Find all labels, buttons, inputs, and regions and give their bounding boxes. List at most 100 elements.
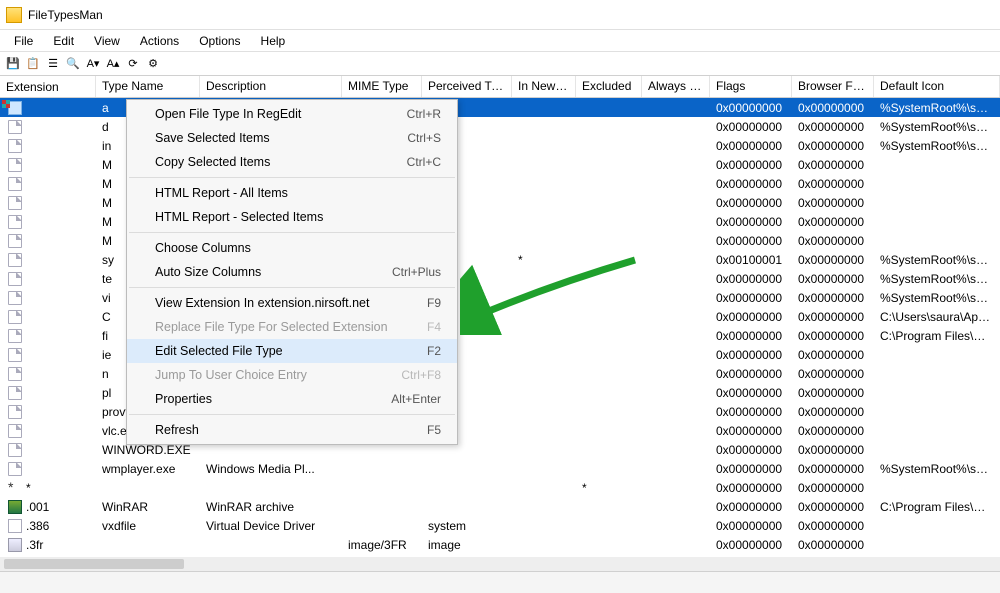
cell-flags: 0x00000000 (710, 424, 792, 438)
menu-help[interactable]: Help (251, 31, 296, 51)
cell-defaulticon: %SystemRoot%\system32\ (874, 291, 1000, 305)
row-icon (8, 177, 22, 191)
col-excluded[interactable]: Excluded (576, 76, 642, 97)
sort-asc-icon[interactable]: A▾ (84, 55, 102, 73)
row-icon (8, 519, 22, 533)
cell-flags: 0x00000000 (710, 519, 792, 533)
cell-browserflags: 0x00000000 (792, 310, 874, 324)
cell-ext: * (26, 481, 31, 495)
menu-separator (129, 177, 455, 178)
menu-item[interactable]: Auto Size ColumnsCtrl+Plus (127, 260, 457, 284)
menu-item-label: Jump To User Choice Entry (155, 368, 307, 382)
cell-browserflags: 0x00000000 (792, 158, 874, 172)
column-headers[interactable]: Extension Type Name Description MIME Typ… (0, 76, 1000, 98)
table-row[interactable]: .386vxdfileVirtual Device Driversystem0x… (0, 516, 1000, 535)
cell-flags: 0x00000000 (710, 291, 792, 305)
col-innewmenu[interactable]: In New M... (512, 76, 576, 97)
context-menu[interactable]: Open File Type In RegEditCtrl+RSave Sele… (126, 99, 458, 445)
cell-defaulticon: C:\Program Files\WinRAR\ (874, 500, 1000, 514)
cell-description: WinRAR archive (200, 500, 342, 514)
row-icon (8, 215, 22, 229)
props-icon[interactable]: ☰ (44, 55, 62, 73)
cell-typename: wmplayer.exe (96, 462, 200, 476)
menu-item-label: Properties (155, 392, 212, 406)
cell-browserflags: 0x00000000 (792, 253, 874, 267)
cell-flags: 0x00000000 (710, 177, 792, 191)
menu-item: Jump To User Choice EntryCtrl+F8 (127, 363, 457, 387)
table-row[interactable]: .001WinRARWinRAR archive0x000000000x0000… (0, 497, 1000, 516)
menu-item[interactable]: PropertiesAlt+Enter (127, 387, 457, 411)
col-flags[interactable]: Flags (710, 76, 792, 97)
cell-flags: 0x00000000 (710, 101, 792, 115)
cell-flags: 0x00000000 (710, 538, 792, 552)
menu-file[interactable]: File (4, 31, 43, 51)
sort-desc-icon[interactable]: A▴ (104, 55, 122, 73)
row-icon (8, 405, 22, 419)
menu-item[interactable]: Open File Type In RegEditCtrl+R (127, 102, 457, 126)
cell-browserflags: 0x00000000 (792, 367, 874, 381)
menu-item-label: Edit Selected File Type (155, 344, 283, 358)
menu-item-label: Open File Type In RegEdit (155, 107, 301, 121)
col-defaulticon[interactable]: Default Icon (874, 76, 1000, 97)
col-extension[interactable]: Extension (0, 76, 96, 97)
menu-item-label: Copy Selected Items (155, 155, 270, 169)
menu-view[interactable]: View (84, 31, 130, 51)
refresh-icon[interactable]: ⟳ (124, 55, 142, 73)
table-row[interactable]: wmplayer.exeWindows Media Pl...0x0000000… (0, 459, 1000, 478)
find-icon[interactable]: 🔍 (64, 55, 82, 73)
col-perceived[interactable]: Perceived Type (422, 76, 512, 97)
horizontal-scrollbar[interactable] (0, 557, 1000, 571)
table-row[interactable]: **0x000000000x00000000 (0, 478, 1000, 497)
menu-item[interactable]: Edit Selected File TypeF2 (127, 339, 457, 363)
menu-item[interactable]: HTML Report - Selected Items (127, 205, 457, 229)
menu-item[interactable]: Choose Columns (127, 236, 457, 260)
cell-browserflags: 0x00000000 (792, 101, 874, 115)
statusbar (0, 571, 1000, 593)
menu-edit[interactable]: Edit (43, 31, 84, 51)
cell-defaulticon: %SystemRoot%\system32\ (874, 253, 1000, 267)
cell-perceived: image (422, 538, 512, 552)
table-row[interactable]: .3frimage/3FRimage0x000000000x00000000 (0, 535, 1000, 554)
row-icon (8, 386, 22, 400)
menu-item[interactable]: RefreshF5 (127, 418, 457, 442)
settings-icon[interactable]: ⚙ (144, 55, 162, 73)
row-icon (8, 348, 22, 362)
menu-item[interactable]: Save Selected ItemsCtrl+S (127, 126, 457, 150)
save-icon[interactable]: 💾 (4, 55, 22, 73)
col-typename[interactable]: Type Name (96, 76, 200, 97)
cell-flags: 0x00000000 (710, 367, 792, 381)
row-icon (8, 291, 22, 305)
row-icon (8, 272, 22, 286)
scroll-thumb[interactable] (4, 559, 184, 569)
col-mimetype[interactable]: MIME Type (342, 76, 422, 97)
col-description[interactable]: Description (200, 76, 342, 97)
menu-item[interactable]: HTML Report - All Items (127, 181, 457, 205)
menu-separator (129, 232, 455, 233)
cell-flags: 0x00000000 (710, 386, 792, 400)
row-icon (8, 196, 22, 210)
row-icon (8, 462, 22, 476)
cell-browserflags: 0x00000000 (792, 272, 874, 286)
col-alwaysshow[interactable]: Always Sh... (642, 76, 710, 97)
menu-actions[interactable]: Actions (130, 31, 189, 51)
cell-mimetype: image/3FR (342, 538, 422, 552)
row-icon (8, 367, 22, 381)
menubar[interactable]: File Edit View Actions Options Help (0, 30, 1000, 52)
menu-item-label: Save Selected Items (155, 131, 270, 145)
menu-item-shortcut: F4 (427, 320, 441, 334)
cell-flags: 0x00100001 (710, 253, 792, 267)
cell-flags: 0x00000000 (710, 329, 792, 343)
menu-item[interactable]: Copy Selected ItemsCtrl+C (127, 150, 457, 174)
cell-flags: 0x00000000 (710, 481, 792, 495)
cell-typename: vxdfile (96, 519, 200, 533)
menu-separator (129, 414, 455, 415)
menu-item[interactable]: View Extension In extension.nirsoft.netF… (127, 291, 457, 315)
menu-item-label: Replace File Type For Selected Extension (155, 320, 388, 334)
copy-icon[interactable]: 📋 (24, 55, 42, 73)
cell-defaulticon: %SystemRoot%\system32\ (874, 462, 1000, 476)
cell-flags: 0x00000000 (710, 215, 792, 229)
col-browserflags[interactable]: Browser Fla... (792, 76, 874, 97)
menu-options[interactable]: Options (189, 31, 250, 51)
titlebar: FileTypesMan (0, 0, 1000, 30)
cell-browserflags: 0x00000000 (792, 405, 874, 419)
